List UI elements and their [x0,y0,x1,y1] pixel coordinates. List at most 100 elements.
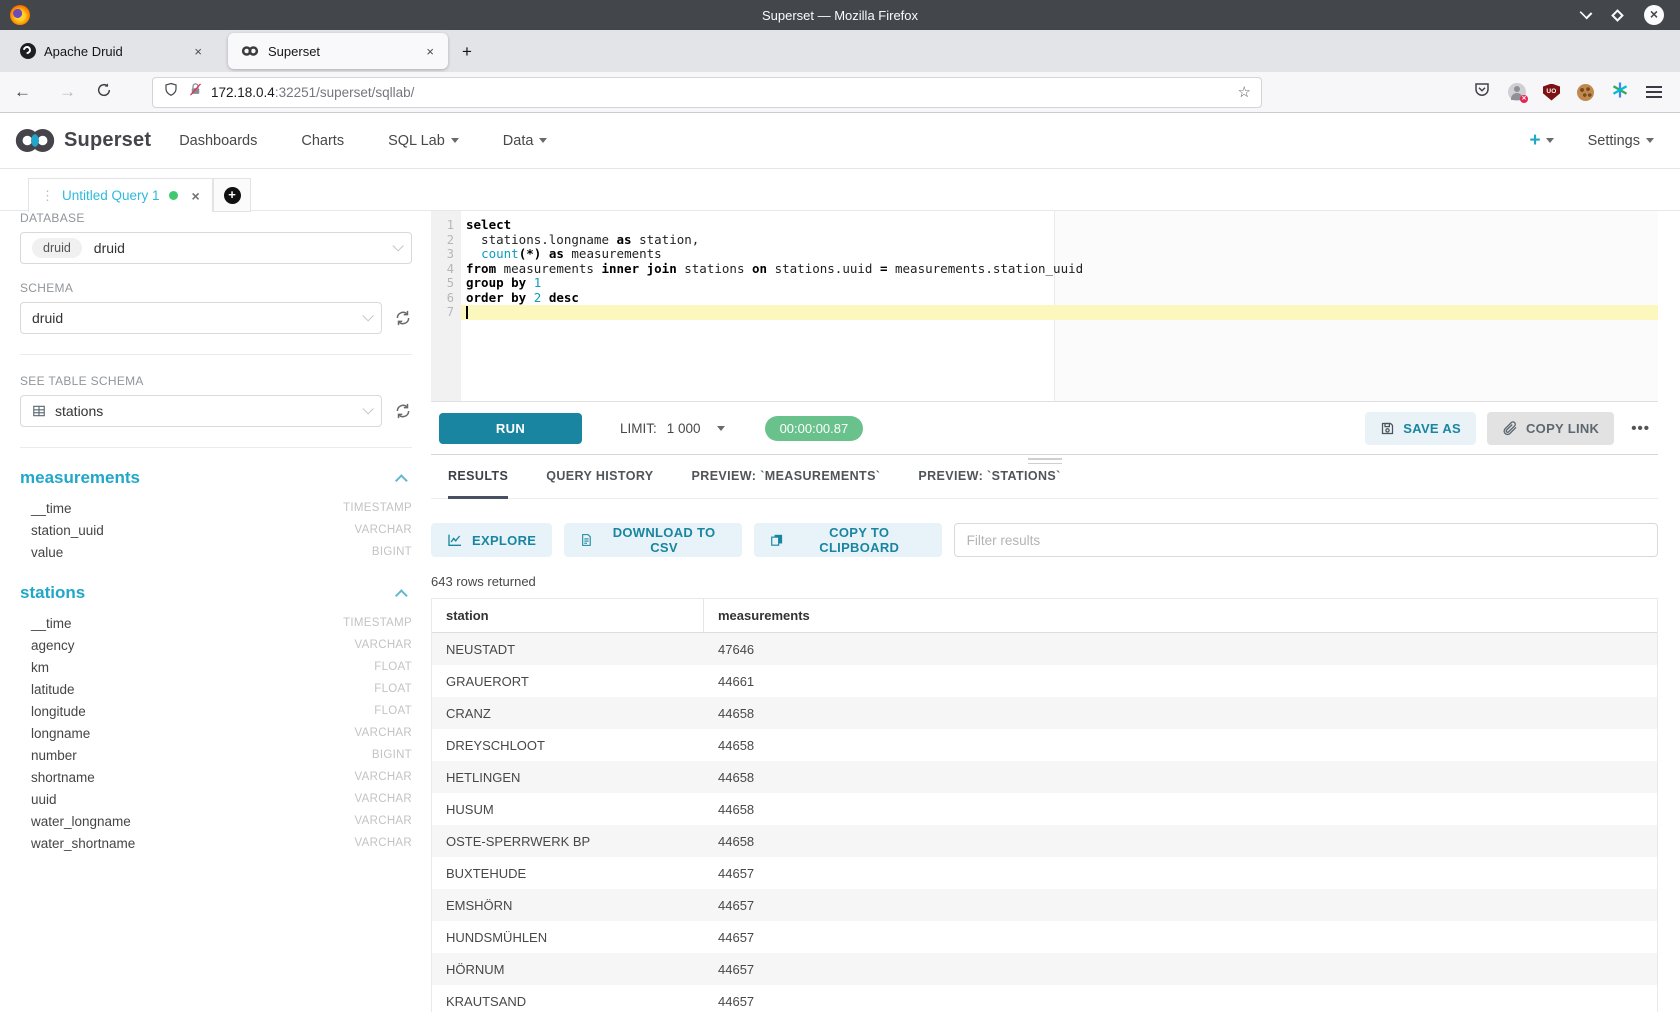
explore-button[interactable]: EXPLORE [431,523,552,557]
window-maximize-icon[interactable] [1611,9,1624,22]
collapse-chevron-icon[interactable] [395,474,408,487]
superset-logo-icon [12,127,58,154]
reload-icon[interactable] [96,82,112,103]
schema-table-name: measurements [20,468,140,488]
column-header-station[interactable]: station [432,599,704,632]
run-button[interactable]: RUN [439,413,582,444]
splitter-grip-icon[interactable] [1028,458,1062,467]
schema-table-measurements[interactable]: measurements [20,468,412,488]
sqllab-sidebar: DATABASE druid druid SCHEMA druid SEE TA… [20,211,412,858]
browser-tab-title: Superset [268,44,422,59]
cookie-extension-icon[interactable] [1577,84,1594,101]
results-tab-preview-3[interactable]: PREVIEW: `STATIONS` [918,469,1060,499]
refresh-tables-icon[interactable] [394,402,412,420]
query-tab-close-icon[interactable]: × [192,188,200,204]
window-close-icon[interactable]: × [1644,5,1664,25]
drag-handle-icon[interactable]: ⋮ [41,188,54,204]
table-row[interactable]: EMSHÖRN44657 [432,889,1657,921]
copy-clipboard-button[interactable]: COPY TO CLIPBOARD [754,523,942,557]
column-type: FLOAT [374,705,412,717]
url-bar[interactable]: 172.18.0.4:32251/superset/sqllab/ ☆ [152,77,1262,108]
table-cell: HUNDSMÜHLEN [432,921,704,953]
column-name: shortname [31,770,95,785]
column-type: BIGINT [372,749,412,761]
superset-brand[interactable]: Superset [12,127,151,154]
table-cell: 47646 [704,633,754,665]
sql-code-lines: select stations.longname as station, cou… [461,218,1658,320]
add-query-tab[interactable]: + [213,178,251,212]
brand-name: Superset [64,129,151,152]
clipboard-icon [770,532,784,548]
results-tabs: RESULTS QUERY HISTORY PREVIEW: `MEASUREMEN… [431,469,1658,499]
new-tab-button[interactable]: + [462,42,472,62]
sql-code-area[interactable]: select stations.longname as station, cou… [461,211,1658,401]
browser-tab-superset[interactable]: Superset × [228,33,448,69]
extension-asterisk-icon[interactable] [1611,81,1629,104]
table-row[interactable]: NEUSTADT47646 [432,633,1657,665]
table-cell: DREYSCHLOOT [432,729,704,761]
table-cell: EMSHÖRN [432,889,704,921]
pocket-icon[interactable] [1473,81,1491,104]
column-row: kmFLOAT [20,656,412,678]
nav-item-charts[interactable]: Charts [301,133,344,149]
table-cell: CRANZ [432,697,704,729]
column-row: longnameVARCHAR [20,722,412,744]
table-row[interactable]: GRAUERORT44661 [432,665,1657,697]
query-tab-untitled-1[interactable]: ⋮ Untitled Query 1 × [28,178,213,212]
table-row[interactable]: KRAUTSAND44657 [432,985,1657,1012]
table-row[interactable]: BUXTEHUDE44657 [432,857,1657,889]
back-icon[interactable]: ← [0,82,45,102]
column-name: number [31,748,77,763]
ublock-origin-icon[interactable]: UO [1543,84,1560,101]
window-minimize-icon[interactable] [1580,7,1593,20]
nav-item-dashboards[interactable]: Dashboards [179,133,257,149]
tracking-shield-icon[interactable] [163,81,179,103]
column-type: TIMESTAMP [343,617,412,629]
results-tab-query-history[interactable]: QUERY HISTORY [546,469,653,499]
database-value: druid [94,240,125,256]
settings-menu[interactable]: Settings [1588,133,1654,149]
insecure-lock-icon[interactable] [188,81,203,103]
table-row[interactable]: HÖRNUM44657 [432,953,1657,985]
results-tab-preview-2[interactable]: PREVIEW: `MEASUREMENTS` [692,469,881,499]
table-select[interactable]: stations [20,395,382,427]
table-row[interactable]: HETLINGEN44658 [432,761,1657,793]
limit-dropdown[interactable]: LIMIT: 1 000 [620,421,725,436]
table-row[interactable]: HUNDSMÜHLEN44657 [432,921,1657,953]
sql-editor[interactable]: 1234567 select stations.longname as stat… [431,211,1658,401]
save-icon [1380,421,1395,436]
window-title: Superset — Mozilla Firefox [0,8,1680,23]
nav-item-data[interactable]: Data [503,133,548,149]
account-error-icon[interactable]: ✕ [1508,83,1526,101]
nav-item-sql-lab[interactable]: SQL Lab [388,133,459,149]
table-row[interactable]: HUSUM44658 [432,793,1657,825]
browser-tab-apache-druid[interactable]: Apache Druid × [8,33,216,69]
pane-splitter[interactable] [431,454,1658,466]
query-tab-title: Untitled Query 1 [62,188,160,203]
table-row[interactable]: CRANZ44658 [432,697,1657,729]
copy-link-button[interactable]: COPY LINK [1487,412,1614,445]
gutter-line-number: 7 [431,305,461,320]
hamburger-menu-icon[interactable] [1646,86,1662,98]
table-cell: 44657 [704,889,754,921]
new-item-button[interactable]: + [1529,130,1553,152]
schema-table-stations[interactable]: stations [20,583,412,603]
results-tab-results[interactable]: RESULTS [448,469,508,499]
code-line: select [461,218,1658,233]
download-csv-button[interactable]: DOWNLOAD TO CSV [564,523,742,557]
column-header-measurements[interactable]: measurements [704,599,810,632]
tab-close-icon[interactable]: × [190,44,206,59]
table-row[interactable]: DREYSCHLOOT44658 [432,729,1657,761]
filter-results-input[interactable] [954,523,1658,557]
column-type: TIMESTAMP [343,502,412,514]
refresh-schemas-icon[interactable] [394,309,412,327]
more-actions-button[interactable]: ••• [1625,420,1656,437]
table-row[interactable]: OSTE-SPERRWERK BP44658 [432,825,1657,857]
collapse-chevron-icon[interactable] [395,589,408,602]
schema-select[interactable]: druid [20,302,382,334]
tab-close-icon[interactable]: × [422,44,438,59]
column-type: VARCHAR [355,727,412,739]
database-select[interactable]: druid druid [20,232,412,264]
bookmark-star-icon[interactable]: ☆ [1238,83,1251,101]
save-as-button[interactable]: SAVE AS [1365,412,1476,445]
